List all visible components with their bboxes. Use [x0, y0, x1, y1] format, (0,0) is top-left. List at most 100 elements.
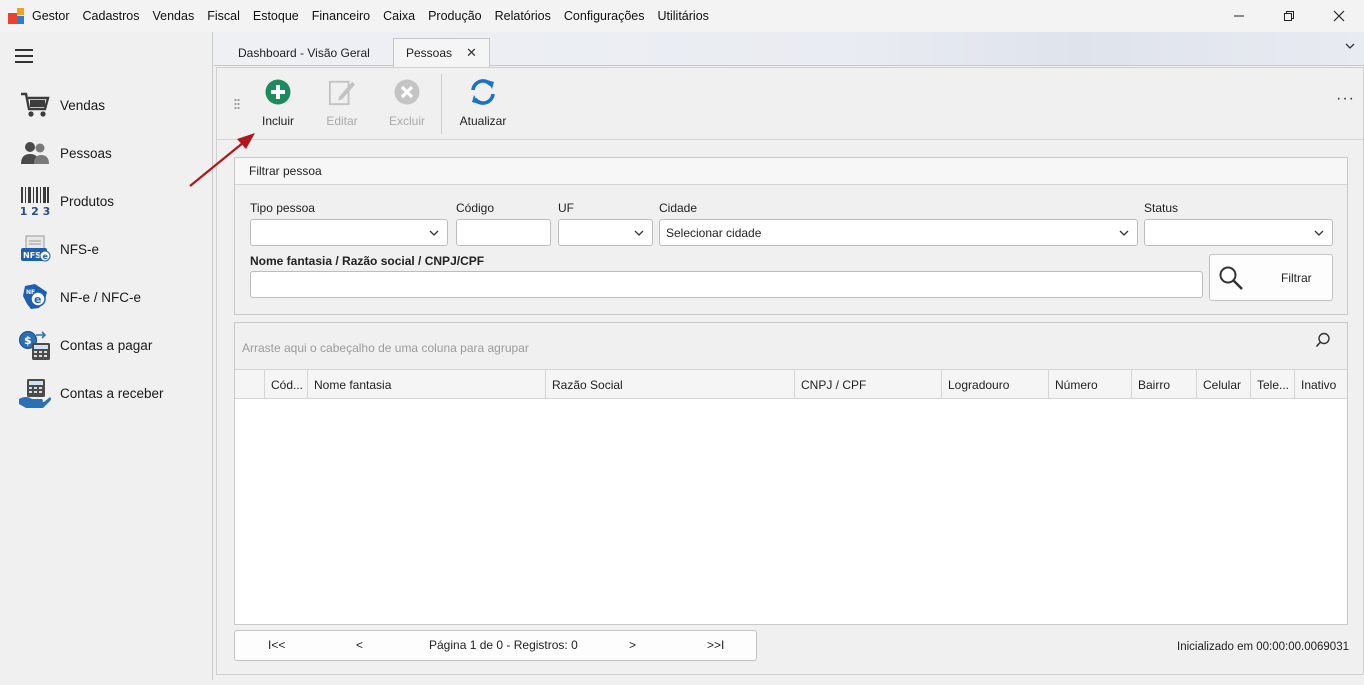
cidade-select[interactable]: Selecionar cidade — [659, 219, 1138, 246]
last-page-button[interactable]: >>I — [707, 638, 724, 652]
edit-icon — [328, 78, 356, 106]
menu-bar: Gestor Cadastros Vendas Fiscal Estoque F… — [32, 9, 722, 23]
cidade-label: Cidade — [659, 201, 698, 215]
close-tab-icon[interactable]: ✕ — [466, 45, 477, 61]
menu-producao[interactable]: Produção — [428, 9, 482, 23]
page-info: Página 1 de 0 - Registros: 0 — [429, 638, 578, 652]
accounts-payable-icon: $ — [18, 328, 52, 362]
filtrar-label: Filtrar — [1281, 270, 1312, 285]
status-text: Inicializado em 00:00:00.0069031 — [1177, 641, 1349, 653]
next-page-button[interactable]: > — [629, 638, 636, 652]
prev-page-button[interactable]: < — [356, 638, 363, 652]
menu-caixa[interactable]: Caixa — [383, 9, 415, 23]
tipo-pessoa-label: Tipo pessoa — [250, 201, 315, 215]
restore-button[interactable] — [1264, 0, 1314, 32]
column-header-telefone[interactable]: Tele... — [1251, 370, 1295, 399]
toolbar-grip-icon[interactable] — [234, 98, 240, 110]
column-header-indicator[interactable] — [235, 370, 265, 399]
pessoas-grid: Arraste aqui o cabeçalho de uma coluna p… — [234, 322, 1348, 625]
sidebar-item-label: Vendas — [60, 97, 106, 113]
chevron-down-icon — [634, 230, 644, 236]
atualizar-button[interactable]: Atualizar — [453, 78, 513, 134]
minimize-button[interactable] — [1214, 0, 1264, 32]
menu-vendas[interactable]: Vendas — [153, 9, 195, 23]
chevron-down-icon[interactable] — [1344, 40, 1356, 55]
uf-label: UF — [558, 201, 574, 215]
people-icon — [18, 136, 52, 170]
group-panel[interactable]: Arraste aqui o cabeçalho de uma coluna p… — [235, 323, 1347, 370]
column-header-razao-social[interactable]: Razão Social — [546, 370, 795, 399]
status-label: Status — [1144, 201, 1179, 215]
sidebar-item-pessoas[interactable]: Pessoas — [18, 133, 208, 173]
codigo-input[interactable] — [456, 219, 551, 246]
nome-label: Nome fantasia / Razão social / CNPJ/CPF — [250, 254, 485, 268]
restore-icon — [1284, 11, 1294, 21]
tab-label: Dashboard - Visão Geral — [238, 45, 370, 60]
column-header-numero[interactable]: Número — [1049, 370, 1132, 399]
menu-gestor[interactable]: Gestor — [32, 9, 70, 23]
column-header-codigo[interactable]: Cód... — [265, 370, 308, 399]
column-header-logradouro[interactable]: Logradouro — [942, 370, 1049, 399]
refresh-icon — [469, 78, 497, 106]
sidebar-item-nfse[interactable]: NFS e NFS-e — [18, 229, 208, 269]
nome-input[interactable] — [250, 271, 1203, 298]
group-hint: Arraste aqui o cabeçalho de uma coluna p… — [242, 341, 529, 355]
column-header-bairro[interactable]: Bairro — [1132, 370, 1197, 399]
sidebar-item-contas-pagar[interactable]: $ Contas a pagar — [18, 325, 208, 365]
grid-header: Cód... Nome fantasia Razão Social CNPJ /… — [235, 370, 1347, 399]
incluir-label: Incluir — [261, 114, 294, 128]
app-logo-icon — [8, 8, 24, 24]
incluir-button[interactable]: Incluir — [248, 78, 308, 134]
tab-strip: Dashboard - Visão Geral Pessoas ✕ — [214, 32, 1364, 67]
search-icon[interactable] — [1315, 332, 1331, 348]
sidebar-item-label: Produtos — [60, 193, 115, 209]
tab-dashboard[interactable]: Dashboard - Visão Geral — [226, 38, 382, 67]
sidebar-item-nfe[interactable]: e NF NF-e / NFC-e — [18, 277, 208, 317]
main-area: Dashboard - Visão Geral Pessoas ✕ Inclui… — [214, 32, 1364, 680]
column-header-nome-fantasia[interactable]: Nome fantasia — [308, 370, 546, 399]
chevron-down-icon — [1119, 230, 1129, 236]
close-icon — [1333, 10, 1345, 22]
menu-cadastros[interactable]: Cadastros — [83, 9, 140, 23]
title-bar: Gestor Cadastros Vendas Fiscal Estoque F… — [0, 0, 1364, 32]
toolbar: Incluir Editar Excluir Atualizar ··· — [217, 68, 1363, 140]
hamburger-menu-icon[interactable] — [15, 49, 33, 67]
delete-circle-icon — [393, 78, 421, 106]
sidebar-item-label: Pessoas — [60, 145, 112, 161]
pessoas-panel: Incluir Editar Excluir Atualizar ··· Fil… — [216, 67, 1364, 675]
svg-text:e: e — [43, 252, 49, 261]
search-icon — [1219, 266, 1243, 290]
sidebar-item-label: Contas a pagar — [60, 337, 153, 353]
menu-financeiro[interactable]: Financeiro — [312, 9, 370, 23]
first-page-button[interactable]: I<< — [268, 638, 285, 652]
close-window-button[interactable] — [1314, 0, 1364, 32]
toolbar-separator — [441, 74, 442, 134]
tipo-pessoa-select[interactable] — [250, 219, 448, 246]
sidebar-item-contas-receber[interactable]: Contas a receber — [18, 373, 208, 413]
menu-fiscal[interactable]: Fiscal — [207, 9, 240, 23]
filtrar-button[interactable]: Filtrar — [1209, 254, 1333, 301]
uf-select[interactable] — [558, 219, 653, 246]
menu-utilitarios[interactable]: Utilitários — [658, 9, 709, 23]
nfe-icon: e NF — [18, 280, 52, 314]
column-header-celular[interactable]: Celular — [1197, 370, 1251, 399]
editar-button[interactable]: Editar — [312, 78, 372, 134]
svg-text:NFS: NFS — [23, 251, 41, 260]
tab-pessoas[interactable]: Pessoas ✕ — [393, 38, 490, 67]
chevron-down-icon — [1314, 230, 1324, 236]
more-options-icon[interactable]: ··· — [1336, 90, 1355, 108]
sidebar-item-produtos[interactable]: 1 2 3 Produtos — [18, 181, 208, 221]
excluir-button[interactable]: Excluir — [377, 78, 437, 134]
menu-estoque[interactable]: Estoque — [253, 9, 299, 23]
menu-relatorios[interactable]: Relatórios — [495, 9, 551, 23]
column-header-inativo[interactable]: Inativo — [1295, 370, 1347, 399]
menu-configuracoes[interactable]: Configurações — [564, 9, 645, 23]
sidebar: Vendas Pessoas 1 2 3 Produtos NFS e NFS-e… — [0, 32, 213, 680]
filter-group-title: Filtrar pessoa — [235, 158, 1347, 185]
column-header-cnpj-cpf[interactable]: CNPJ / CPF — [795, 370, 942, 399]
codigo-label: Código — [456, 201, 495, 215]
nfse-icon: NFS e — [18, 232, 52, 266]
sidebar-item-vendas[interactable]: Vendas — [18, 85, 208, 125]
svg-text:1 2 3: 1 2 3 — [20, 205, 50, 216]
status-select[interactable] — [1144, 219, 1333, 246]
